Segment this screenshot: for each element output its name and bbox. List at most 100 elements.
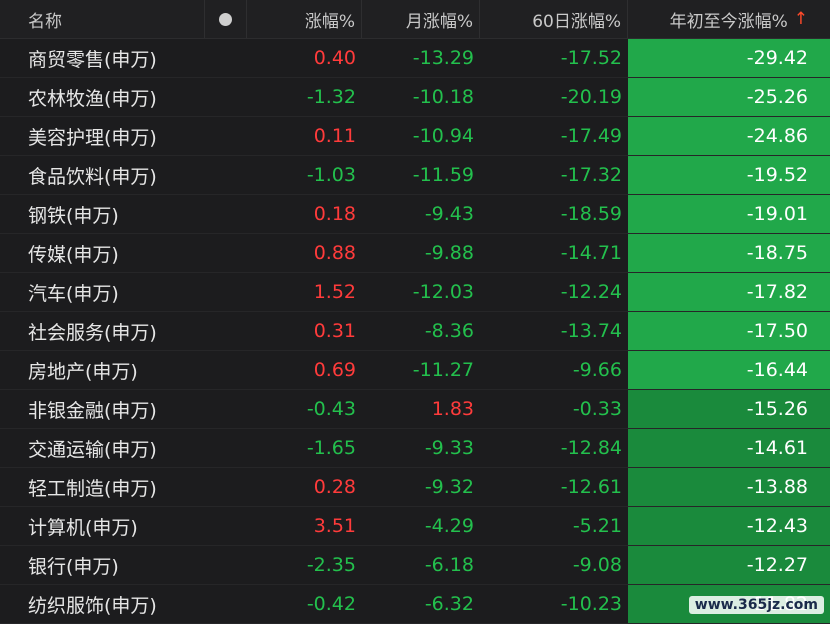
row-month-change: -10.18 (412, 86, 474, 108)
row-change: -1.65 (306, 437, 356, 459)
row-month-change: -9.88 (424, 242, 474, 264)
row-ytd-change: -29.42 (628, 39, 830, 77)
row-change: 0.31 (313, 320, 356, 342)
row-month-change: -12.03 (412, 281, 474, 303)
watermark: www.365jz.com (688, 596, 824, 614)
row-60day-change: -10.23 (560, 593, 622, 615)
row-dot-cell (205, 312, 247, 350)
table-row[interactable]: 食品饮料(申万) -1.03 -11.59 -17.32 -19.52 (0, 156, 830, 195)
row-month-change: -11.27 (412, 359, 474, 381)
row-60day-change: -17.32 (560, 164, 622, 186)
row-ytd-change: -15.26 (628, 390, 830, 428)
row-dot-cell (205, 546, 247, 584)
row-60day-change: -9.08 (572, 554, 622, 576)
row-dot-cell (205, 78, 247, 116)
row-name: 农林牧渔(申万) (28, 87, 157, 110)
row-change: -1.03 (306, 164, 356, 186)
row-month-change: -9.43 (424, 203, 474, 225)
table-header: 名称 涨幅% 月涨幅% 60日涨幅% 年初至今涨幅% ↑ (0, 0, 830, 39)
row-month-change: -6.32 (424, 593, 474, 615)
table-row[interactable]: 银行(申万) -2.35 -6.18 -9.08 -12.27 (0, 546, 830, 585)
table-row[interactable]: 汽车(申万) 1.52 -12.03 -12.24 -17.82 (0, 273, 830, 312)
row-dot-cell (205, 117, 247, 155)
row-change: 0.40 (313, 47, 356, 69)
row-change: 0.11 (313, 125, 356, 147)
row-ytd-change: -19.52 (628, 156, 830, 194)
row-60day-change: -9.66 (572, 359, 622, 381)
header-change[interactable]: 涨幅% (247, 0, 362, 38)
row-name: 非银金融(申万) (28, 399, 157, 422)
row-name: 美容护理(申万) (28, 126, 157, 149)
row-ytd-change: -17.50 (628, 312, 830, 350)
row-ytd-change: -17.82 (628, 273, 830, 311)
row-change: 1.52 (313, 281, 356, 303)
row-month-change: -9.32 (424, 476, 474, 498)
row-dot-cell (205, 351, 247, 389)
row-change: 0.69 (313, 359, 356, 381)
row-ytd-change: -24.86 (628, 117, 830, 155)
row-ytd-change: -12.27 (628, 546, 830, 584)
table-row[interactable]: 非银金融(申万) -0.43 1.83 -0.33 -15.26 (0, 390, 830, 429)
row-60day-change: -0.33 (572, 398, 622, 420)
row-60day-change: -12.84 (560, 437, 622, 459)
table-row[interactable]: 美容护理(申万) 0.11 -10.94 -17.49 -24.86 (0, 117, 830, 156)
row-name: 传媒(申万) (28, 243, 119, 266)
table-row[interactable]: 房地产(申万) 0.69 -11.27 -9.66 -16.44 (0, 351, 830, 390)
row-month-change: -13.29 (412, 47, 474, 69)
table-row[interactable]: 传媒(申万) 0.88 -9.88 -14.71 -18.75 (0, 234, 830, 273)
row-dot-cell (205, 468, 247, 506)
row-name: 商贸零售(申万) (28, 48, 157, 71)
row-name: 银行(申万) (28, 555, 119, 578)
table-row[interactable]: 轻工制造(申万) 0.28 -9.32 -12.61 -13.88 (0, 468, 830, 507)
table-body: 商贸零售(申万) 0.40 -13.29 -17.52 -29.42 农林牧渔(申万) -1… (0, 39, 830, 624)
row-month-change: -11.59 (412, 164, 474, 186)
table-row[interactable]: 农林牧渔(申万) -1.32 -10.18 -20.19 -25.26 (0, 78, 830, 117)
row-name: 汽车(申万) (28, 282, 119, 305)
row-dot-cell (205, 429, 247, 467)
sort-arrow-icon: ↑ (793, 9, 808, 29)
header-ytd-change[interactable]: 年初至今涨幅% ↑ (628, 0, 830, 38)
table-row[interactable]: 商贸零售(申万) 0.40 -13.29 -17.52 -29.42 (0, 39, 830, 78)
row-name: 纺织服饰(申万) (28, 594, 157, 617)
row-change: -2.35 (306, 554, 356, 576)
row-month-change: -9.33 (424, 437, 474, 459)
row-change: -1.32 (306, 86, 356, 108)
row-60day-change: -17.52 (560, 47, 622, 69)
header-60day-change[interactable]: 60日涨幅% (480, 0, 628, 38)
header-month-change[interactable]: 月涨幅% (362, 0, 480, 38)
row-dot-cell (205, 507, 247, 545)
row-60day-change: -12.24 (560, 281, 622, 303)
row-ytd-change: -19.01 (628, 195, 830, 233)
table-row[interactable]: 钢铁(申万) 0.18 -9.43 -18.59 -19.01 (0, 195, 830, 234)
row-name: 轻工制造(申万) (28, 477, 157, 500)
row-change: 0.18 (313, 203, 356, 225)
row-ytd-change: -16.44 (628, 351, 830, 389)
row-name: 钢铁(申万) (28, 204, 119, 227)
row-dot-cell (205, 273, 247, 311)
circle-icon (219, 12, 232, 26)
row-change: 0.28 (313, 476, 356, 498)
row-name: 计算机(申万) (28, 516, 138, 539)
row-ytd-change: -14.61 (628, 429, 830, 467)
row-dot-cell (205, 195, 247, 233)
row-month-change: 1.83 (431, 398, 474, 420)
row-60day-change: -17.49 (560, 125, 622, 147)
row-60day-change: -20.19 (560, 86, 622, 108)
row-ytd-change: -18.75 (628, 234, 830, 272)
row-month-change: -6.18 (424, 554, 474, 576)
row-name: 交通运输(申万) (28, 438, 157, 461)
table-row[interactable]: 社会服务(申万) 0.31 -8.36 -13.74 -17.50 (0, 312, 830, 351)
row-change: -0.43 (306, 398, 356, 420)
table-row[interactable]: 计算机(申万) 3.51 -4.29 -5.21 -12.43 (0, 507, 830, 546)
row-name: 房地产(申万) (28, 360, 138, 383)
row-ytd-change: -13.88 (628, 468, 830, 506)
row-change: 0.88 (313, 242, 356, 264)
row-month-change: -10.94 (412, 125, 474, 147)
header-name[interactable]: 名称 (0, 0, 205, 38)
row-month-change: -4.29 (424, 515, 474, 537)
row-dot-cell (205, 39, 247, 77)
table-row[interactable]: 交通运输(申万) -1.65 -9.33 -12.84 -14.61 (0, 429, 830, 468)
header-dot[interactable] (205, 0, 247, 38)
row-dot-cell (205, 234, 247, 272)
row-dot-cell (205, 156, 247, 194)
